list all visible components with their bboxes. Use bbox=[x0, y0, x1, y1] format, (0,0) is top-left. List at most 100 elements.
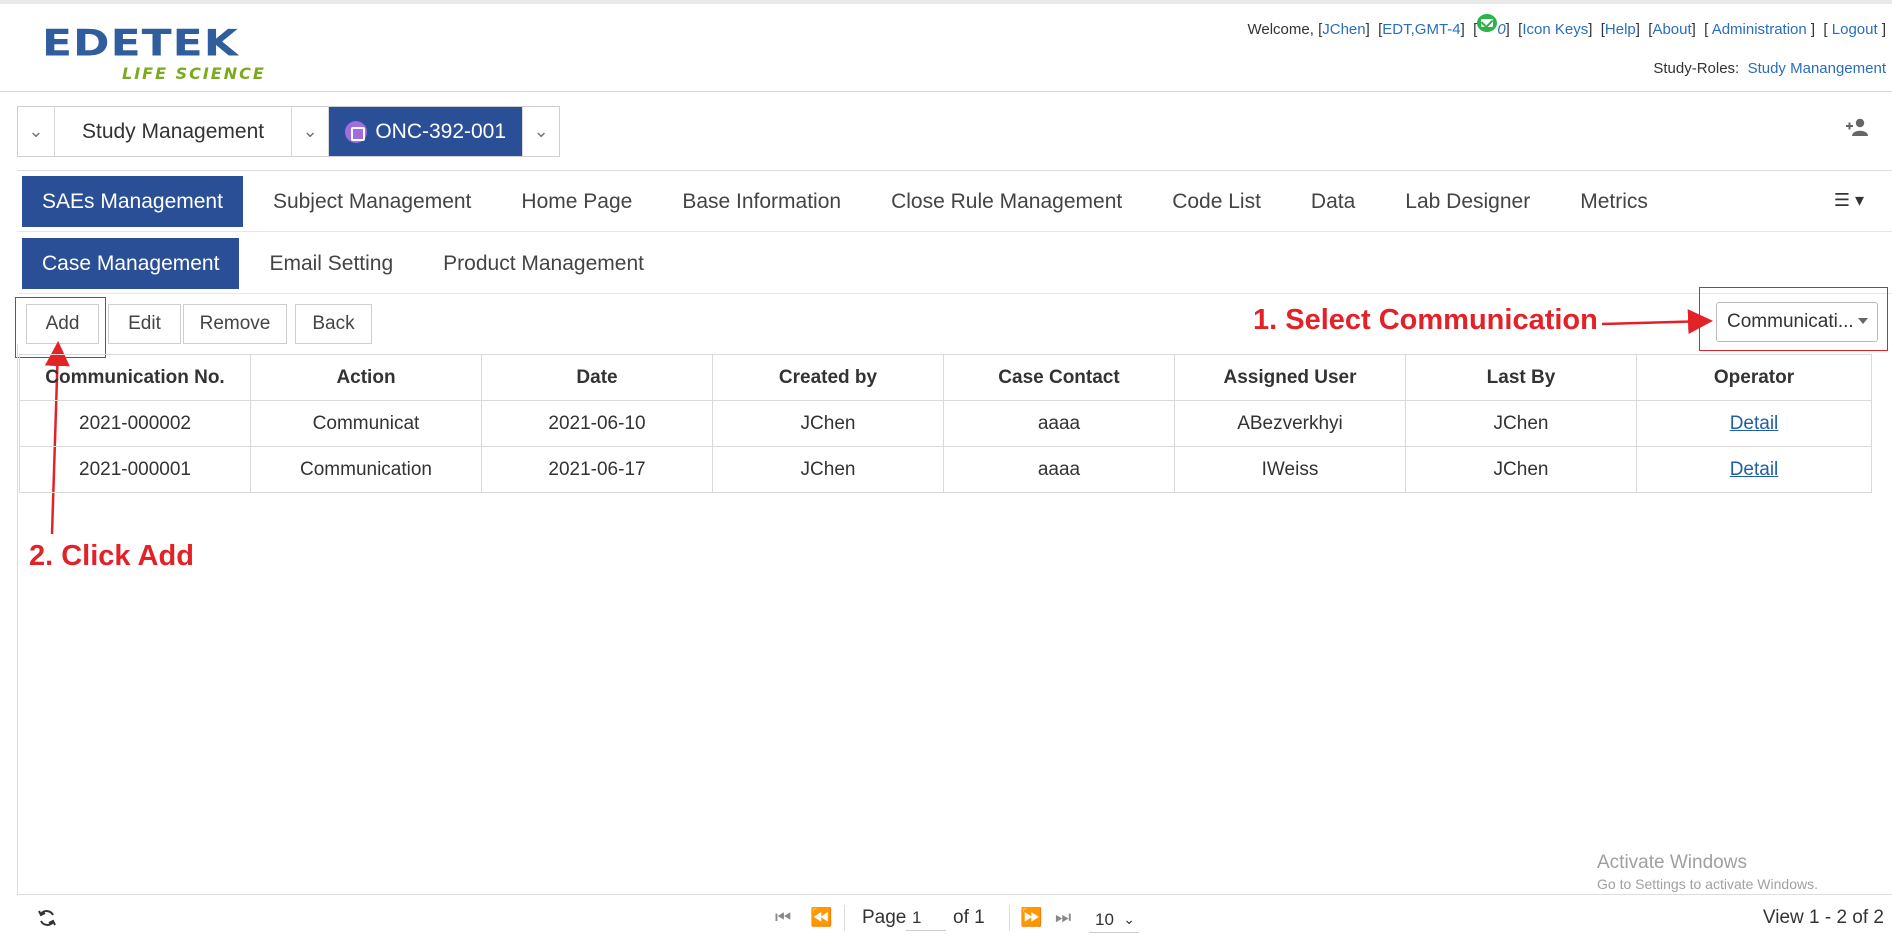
table-row[interactable]: 2021-000001 Communication 2021-06-17 JCh… bbox=[19, 446, 1872, 493]
cell-case-contact: aaaa bbox=[943, 446, 1175, 493]
first-page-icon[interactable]: ⏮ bbox=[775, 907, 791, 928]
next-page-icon[interactable]: ⏩ bbox=[1020, 907, 1042, 928]
tab-case-management[interactable]: Case Management bbox=[22, 238, 240, 289]
top-links: Welcome, [JChen] [EDT,GMT-4] [0] [Icon K… bbox=[1247, 14, 1886, 38]
arrow-to-select bbox=[1601, 309, 1713, 335]
watermark-line1: Activate Windows bbox=[1597, 852, 1747, 873]
view-info: View 1 - 2 of 2 bbox=[1762, 907, 1884, 928]
cell-created-by: JChen bbox=[712, 400, 944, 447]
welcome-label: Welcome, bbox=[1247, 21, 1314, 38]
cell-action: Communication bbox=[250, 446, 482, 493]
study-dropdown-chevron-icon[interactable]: ⌄ bbox=[522, 107, 559, 156]
communication-table: Communication No. Action Date Created by… bbox=[19, 354, 1872, 493]
chevron-down-icon: ⌄ bbox=[1123, 911, 1135, 927]
page-size-select[interactable]: 10 ⌄ bbox=[1089, 905, 1139, 933]
tab-close-rule-management[interactable]: Close Rule Management bbox=[871, 176, 1142, 227]
cell-created-by: JChen bbox=[712, 446, 944, 493]
windows-activation-watermark: Activate Windows Go to Settings to activ… bbox=[1597, 852, 1818, 892]
cell-communication-no: 2021-000002 bbox=[19, 400, 251, 447]
page-number-input[interactable] bbox=[906, 905, 946, 931]
sub-tabs: Case Management Email Setting Product Ma… bbox=[22, 238, 674, 289]
help-link[interactable]: Help bbox=[1605, 21, 1636, 38]
logout-link[interactable]: Logout bbox=[1832, 21, 1878, 38]
divider bbox=[17, 231, 1892, 232]
col-header-case-contact[interactable]: Case Contact bbox=[943, 354, 1175, 401]
pager: ⏮ ⏪ Page of 1 ⏩ ⏭ 10 ⌄ View 1 - 2 of 2 bbox=[17, 894, 1892, 939]
col-header-communication-no[interactable]: Communication No. bbox=[19, 354, 251, 401]
table-header-row: Communication No. Action Date Created by… bbox=[19, 354, 1872, 401]
logo-brand: EDETEK bbox=[42, 22, 239, 65]
cell-action: Communicat bbox=[250, 400, 482, 447]
annotation-step1: 1. Select Communication bbox=[1253, 304, 1598, 336]
tab-home-page[interactable]: Home Page bbox=[501, 176, 652, 227]
cell-operator: Detail bbox=[1636, 400, 1872, 447]
cell-assigned-user: ABezverkhyi bbox=[1174, 400, 1406, 447]
col-header-operator[interactable]: Operator bbox=[1636, 354, 1872, 401]
tab-saes-management[interactable]: SAEs Management bbox=[22, 176, 243, 227]
tab-metrics[interactable]: Metrics bbox=[1560, 176, 1668, 227]
prev-page-icon[interactable]: ⏪ bbox=[810, 907, 832, 928]
divider bbox=[17, 293, 1892, 294]
col-header-assigned-user[interactable]: Assigned User bbox=[1174, 354, 1406, 401]
cell-last-by: JChen bbox=[1405, 400, 1637, 447]
study-name: ONC-392-001 bbox=[375, 119, 507, 143]
col-header-last-by[interactable]: Last By bbox=[1405, 354, 1637, 401]
watermark-line2: Go to Settings to activate Windows. bbox=[1597, 876, 1818, 892]
tab-base-information[interactable]: Base Information bbox=[662, 176, 861, 227]
main-tabs: SAEs Management Subject Management Home … bbox=[22, 176, 1678, 227]
col-header-action[interactable]: Action bbox=[250, 354, 482, 401]
mail-count[interactable]: 0 bbox=[1497, 21, 1505, 38]
menu-list-icon[interactable]: ☰ ▾ bbox=[1834, 190, 1864, 211]
page-total-label: of 1 bbox=[953, 907, 985, 928]
page-label: Page bbox=[862, 907, 907, 928]
tab-email-setting[interactable]: Email Setting bbox=[249, 238, 413, 289]
add-highlight-box bbox=[15, 297, 106, 358]
divider bbox=[1009, 905, 1010, 931]
detail-link[interactable]: Detail bbox=[1730, 413, 1779, 434]
remove-button[interactable]: Remove bbox=[183, 304, 287, 344]
cell-case-contact: aaaa bbox=[943, 400, 1175, 447]
edit-button[interactable]: Edit bbox=[108, 304, 181, 344]
divider bbox=[17, 170, 1892, 171]
refresh-icon[interactable] bbox=[37, 908, 57, 928]
cell-date: 2021-06-17 bbox=[481, 446, 713, 493]
tab-subject-management[interactable]: Subject Management bbox=[253, 176, 491, 227]
col-header-date[interactable]: Date bbox=[481, 354, 713, 401]
study-selector[interactable]: ONC-392-001 bbox=[329, 107, 523, 156]
cell-operator: Detail bbox=[1636, 446, 1872, 493]
select-highlight-box bbox=[1699, 287, 1888, 351]
grid-left-border bbox=[17, 344, 18, 894]
cell-date: 2021-06-10 bbox=[481, 400, 713, 447]
cell-assigned-user: IWeiss bbox=[1174, 446, 1406, 493]
tab-product-management[interactable]: Product Management bbox=[423, 238, 664, 289]
administration-link[interactable]: Administration bbox=[1712, 21, 1807, 38]
logo-subtitle: LIFE SCIENCE bbox=[122, 64, 266, 83]
page-size-value: 10 bbox=[1095, 910, 1114, 929]
tab-code-list[interactable]: Code List bbox=[1152, 176, 1281, 227]
timezone-link[interactable]: EDT,GMT-4 bbox=[1382, 21, 1460, 38]
study-prev-chevron-icon[interactable]: ⌄ bbox=[292, 107, 330, 156]
study-roles-value[interactable]: Study Manangement bbox=[1748, 60, 1886, 77]
user-link[interactable]: JChen bbox=[1322, 21, 1365, 38]
tab-lab-designer[interactable]: Lab Designer bbox=[1385, 176, 1550, 227]
detail-link[interactable]: Detail bbox=[1730, 459, 1779, 480]
about-link[interactable]: About bbox=[1652, 21, 1691, 38]
col-header-created-by[interactable]: Created by bbox=[712, 354, 944, 401]
study-roles-label: Study-Roles: bbox=[1653, 60, 1740, 77]
study-lock-icon bbox=[345, 120, 368, 143]
annotation-step2: 2. Click Add bbox=[29, 540, 194, 572]
module-dropdown-chevron-icon[interactable]: ⌄ bbox=[18, 107, 55, 156]
tab-data[interactable]: Data bbox=[1291, 176, 1375, 227]
table-row[interactable]: 2021-000002 Communicat 2021-06-10 JChen … bbox=[19, 400, 1872, 447]
add-user-icon[interactable] bbox=[1846, 118, 1870, 136]
divider bbox=[844, 905, 845, 931]
mail-icon[interactable] bbox=[1477, 14, 1498, 32]
edetek-logo: EDETEK LIFE SCIENCE bbox=[42, 26, 282, 86]
app-header: EDETEK LIFE SCIENCE Welcome, [JChen] [ED… bbox=[0, 0, 1892, 92]
cell-last-by: JChen bbox=[1405, 446, 1637, 493]
module-selector[interactable]: Study Management bbox=[55, 107, 293, 156]
last-page-icon[interactable]: ⏭ bbox=[1055, 907, 1071, 928]
icon-keys-link[interactable]: Icon Keys bbox=[1522, 21, 1588, 38]
back-button[interactable]: Back bbox=[295, 304, 372, 344]
study-selector-bar: ⌄ Study Management ⌄ ONC-392-001 ⌄ bbox=[17, 106, 560, 157]
